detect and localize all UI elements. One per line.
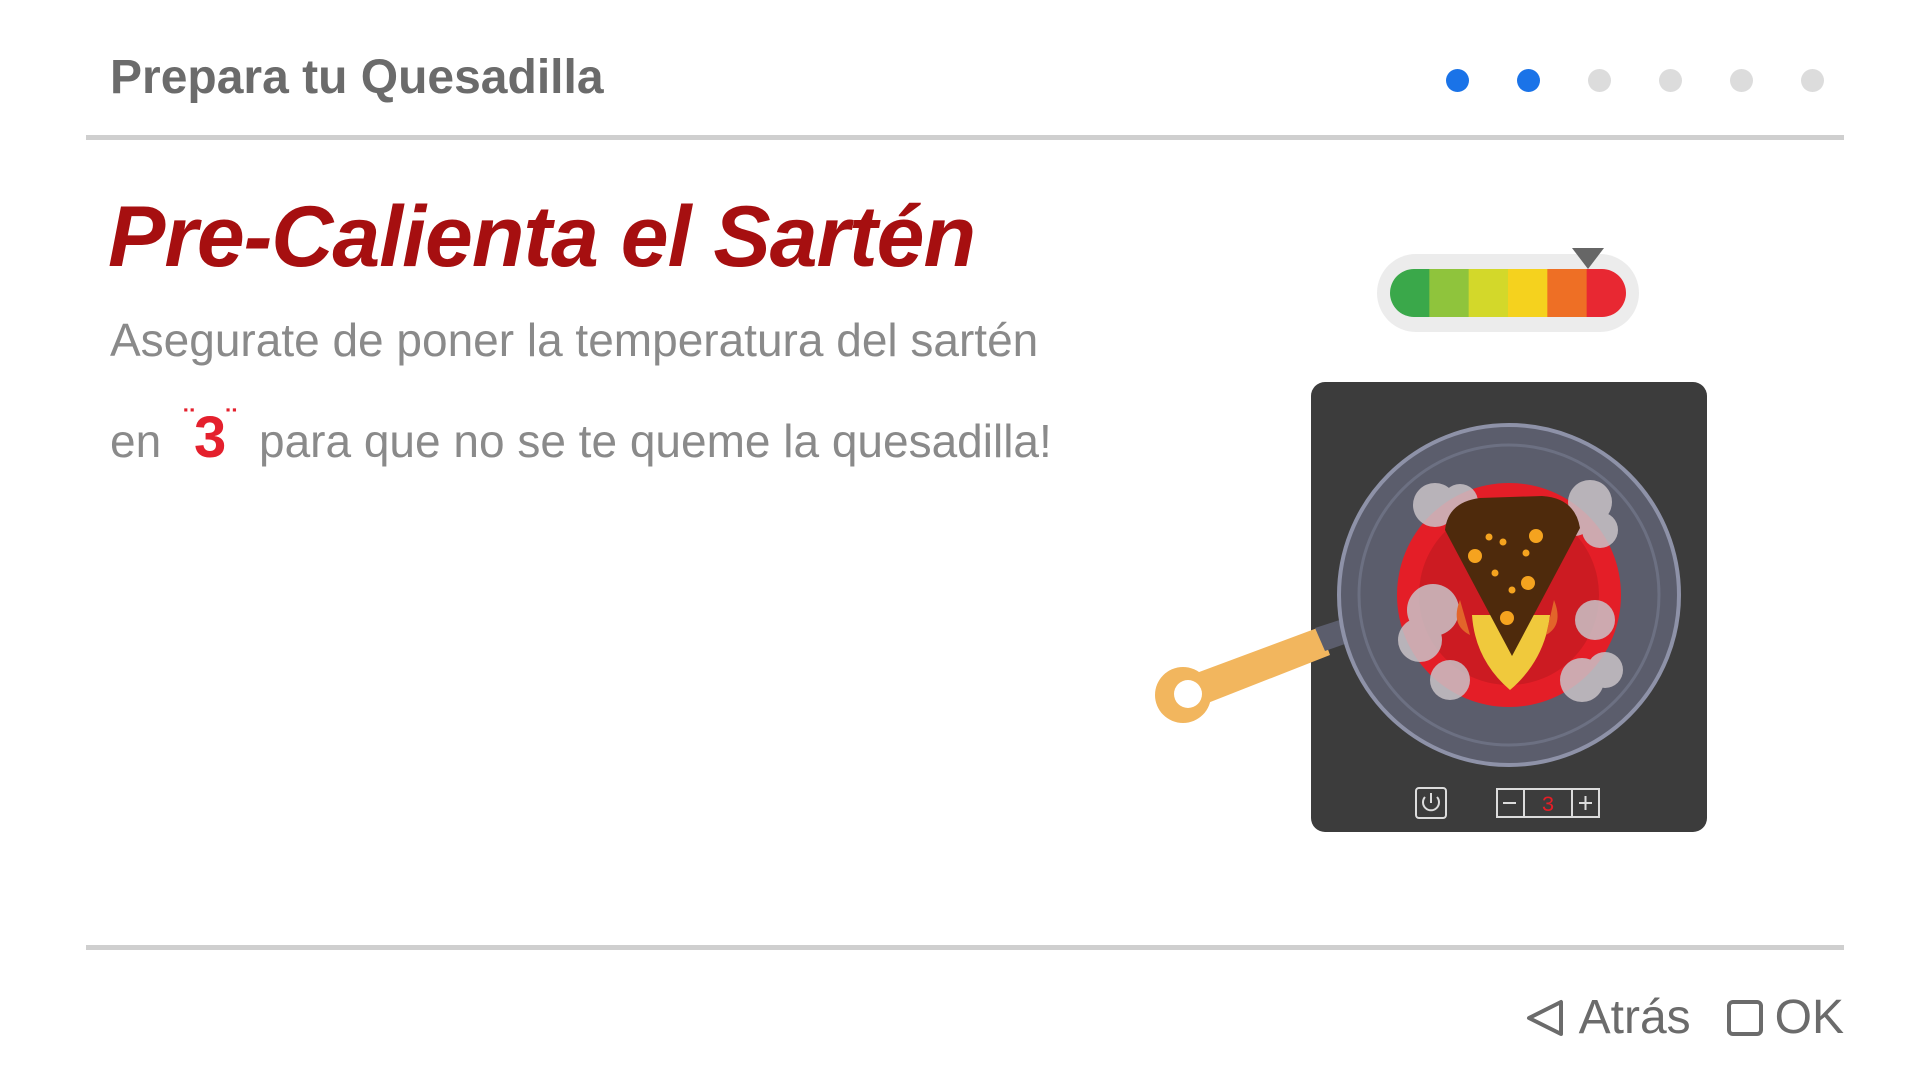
gauge-segment-5: [1547, 269, 1588, 317]
footer-divider: [86, 945, 1844, 950]
page-title: Prepara tu Quesadilla: [110, 51, 604, 104]
back-label: Atrás: [1578, 991, 1691, 1044]
step-dot-1: [1446, 69, 1469, 92]
square-button-icon: [1726, 999, 1763, 1036]
step-progress-dots: [1446, 69, 1824, 92]
footer-nav: Atrás OK: [1523, 990, 1844, 1045]
description-line-2: en ¨3¨ para que no se te queme la quesad…: [110, 380, 1110, 481]
description-post: para que no se te queme la quesadilla!: [259, 415, 1052, 467]
description-line-1: Asegurate de poner la temperatura del sa…: [110, 314, 1039, 366]
ok-label: OK: [1774, 991, 1844, 1044]
step-dot-6: [1801, 69, 1824, 92]
step-title: Pre-Calienta el Sartén: [108, 189, 976, 285]
back-button[interactable]: Atrás: [1523, 990, 1691, 1045]
pan-handle-hole: [1174, 680, 1202, 708]
stove: 3: [1155, 382, 1707, 832]
gauge-segment-2: [1429, 269, 1470, 317]
heat-gauge: [1377, 248, 1639, 332]
gauge-segment-3: [1468, 269, 1509, 317]
step-dot-2: [1517, 69, 1540, 92]
step-dot-3: [1588, 69, 1611, 92]
description-pre: en: [110, 415, 162, 467]
stove-display-value: 3: [1541, 793, 1554, 818]
step-dot-4: [1659, 69, 1682, 92]
step-description: Asegurate de poner la temperatura del sa…: [110, 300, 1110, 481]
ok-button[interactable]: OK: [1726, 990, 1844, 1045]
header-divider: [86, 135, 1844, 140]
back-triangle-icon: [1526, 999, 1563, 1036]
stove-illustration: 3: [1155, 248, 1707, 832]
highlight-temperature: ¨3¨: [183, 403, 237, 470]
gauge-segment-4: [1508, 269, 1549, 317]
step-dot-5: [1730, 69, 1753, 92]
